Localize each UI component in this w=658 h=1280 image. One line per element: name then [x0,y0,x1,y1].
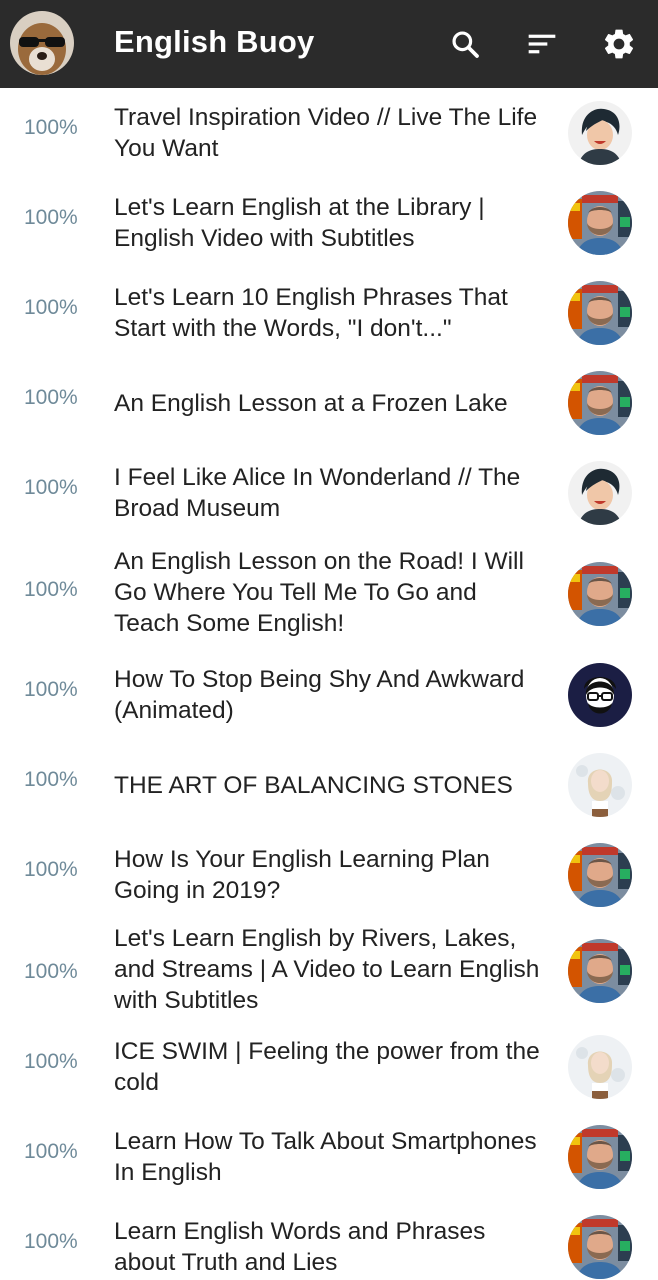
video-list-item[interactable]: 100% Let's Learn 10 English Phrases That … [0,268,658,358]
video-title: Let's Learn English by Rivers, Lakes, an… [114,925,540,1014]
channel-avatar[interactable] [568,1125,632,1189]
channel-avatar[interactable] [568,939,632,1003]
progress-percent: 100% [24,858,78,881]
video-list-item[interactable]: 100% ICE SWIM | Feeling the power from th… [0,1022,658,1112]
search-icon [452,31,479,58]
video-list-item[interactable]: 100% Learn English Words and Phrases abou… [0,1202,658,1280]
progress-percent: 100% [24,476,78,499]
video-title: ICE SWIM | Feeling the power from the co… [114,1038,540,1096]
settings-button[interactable] [597,22,641,66]
progress-percent: 100% [24,768,78,791]
app-root: English Buoy 100% Travel Inspiration Vide… [0,0,658,1280]
video-title: I Feel Like Alice In Wonderland // The B… [114,464,521,522]
channel-avatar[interactable] [568,101,632,165]
progress-percent: 100% [24,578,78,601]
channel-avatar[interactable] [568,461,632,525]
video-title: Let's Learn 10 English Phrases That Star… [114,284,508,342]
channel-avatar[interactable] [568,562,632,626]
video-list-item[interactable]: 100% Let's Learn English at the Library |… [0,178,658,268]
video-list-item[interactable]: 100% An English Lesson at a Frozen Lake [0,358,658,448]
video-title: Travel Inspiration Video // Live The Lif… [114,104,538,162]
channel-avatar[interactable] [568,281,632,345]
progress-percent: 100% [24,116,78,139]
video-title: Learn How To Talk About Smartphones In E… [114,1128,537,1186]
progress-percent: 100% [24,296,78,319]
progress-percent: 100% [24,960,78,983]
sort-icon [528,34,556,54]
search-button[interactable] [443,22,487,66]
video-list-item[interactable]: 100% Learn How To Talk About Smartphones … [0,1112,658,1202]
channel-avatar[interactable] [568,371,632,435]
channel-avatar[interactable] [568,753,632,817]
progress-percent: 100% [24,206,78,229]
app-logo-avatar[interactable] [10,11,74,75]
progress-percent: 100% [24,1050,78,1073]
channel-avatar[interactable] [568,663,632,727]
gear-icon [604,29,634,59]
sort-button[interactable] [520,22,564,66]
progress-percent: 100% [24,678,78,701]
video-list-item[interactable]: 100% THE ART OF BALANCING STONES [0,740,658,830]
video-list-item[interactable]: 100% How To Stop Being Shy And Awkward (A… [0,650,658,740]
channel-avatar[interactable] [568,191,632,255]
channel-avatar[interactable] [568,1215,632,1279]
progress-percent: 100% [24,1230,78,1253]
video-title: How Is Your English Learning Plan Going … [114,846,490,904]
top-app-bar: English Buoy [0,0,658,88]
video-list-item[interactable]: 100% Travel Inspiration Video // Live The… [0,88,658,178]
video-title: An English Lesson at a Frozen Lake [114,390,508,417]
channel-avatar[interactable] [568,1035,632,1099]
video-list-item[interactable]: 100% How Is Your English Learning Plan Go… [0,830,658,920]
video-title: THE ART OF BALANCING STONES [114,772,513,799]
video-title: An English Lesson on the Road! I Will Go… [114,548,524,637]
video-list-item[interactable]: 100% I Feel Like Alice In Wonderland // T… [0,448,658,538]
video-title: How To Stop Being Shy And Awkward (Anima… [114,666,525,724]
video-list-item[interactable]: 100% Let's Learn English by Rivers, Lakes… [0,920,658,1022]
app-title: English Buoy [114,24,315,59]
video-title: Learn English Words and Phrases about Tr… [114,1218,486,1276]
video-title: Let's Learn English at the Library | Eng… [114,194,485,252]
video-list[interactable]: 100% Travel Inspiration Video // Live The… [0,88,658,1280]
progress-percent: 100% [24,1140,78,1163]
video-list-item[interactable]: 100% An English Lesson on the Road! I Wil… [0,538,658,650]
progress-percent: 100% [24,386,78,409]
channel-avatar[interactable] [568,843,632,907]
